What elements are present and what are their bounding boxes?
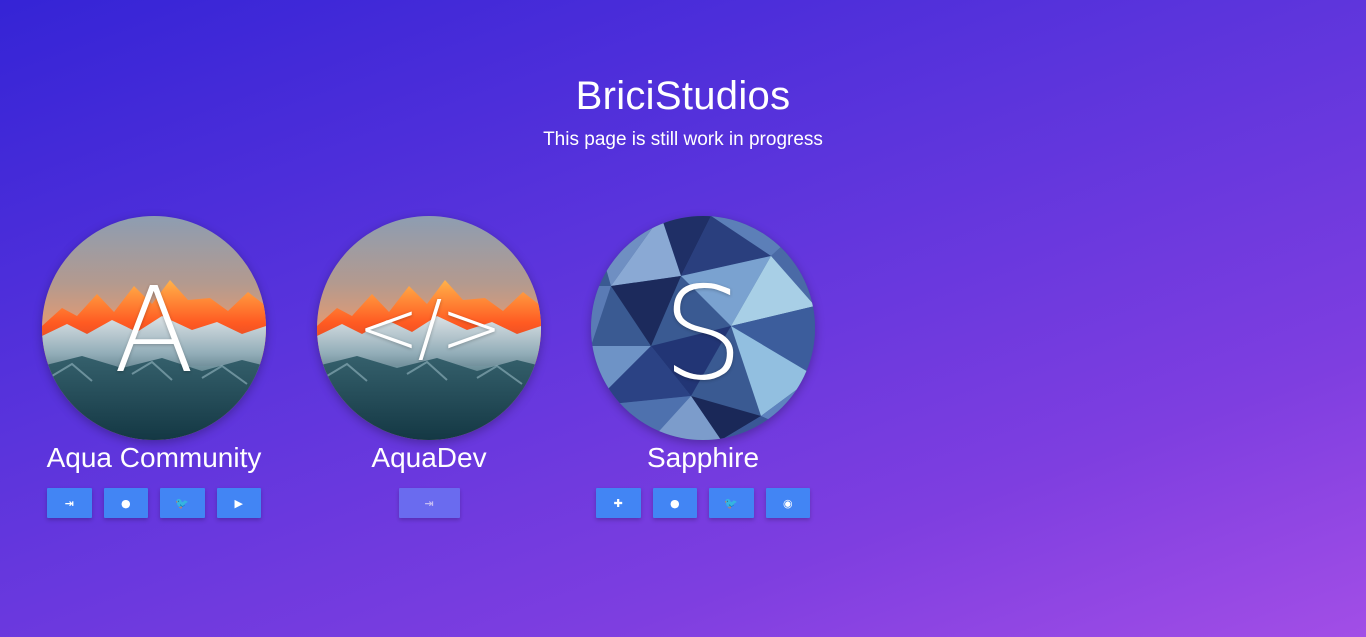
github-button[interactable]: ◉: [765, 488, 810, 518]
sign-in-button[interactable]: ⇥: [398, 488, 460, 518]
project-card-sapphire: S Sapphire ✚ ● 🐦 ◉: [590, 216, 816, 518]
avatar-glyph: S: [662, 259, 744, 409]
project-card-aquadev: </> AquaDev ⇥: [316, 216, 542, 518]
globe-icon: ●: [669, 496, 680, 510]
sign-in-button[interactable]: ⇥: [47, 488, 92, 518]
page-subtitle: This page is still work in progress: [543, 129, 823, 150]
button-row: ✚ ● 🐦 ◉: [590, 488, 816, 518]
project-card-aqua-community: A Aqua Community ⇥ ● 🐦 ▶: [41, 216, 267, 518]
plus-icon: ✚: [613, 496, 623, 510]
page-title: BriciStudios: [575, 74, 791, 118]
button-row: ⇥: [316, 488, 542, 518]
youtube-icon: ▶: [234, 496, 243, 510]
project-avatar[interactable]: </>: [317, 216, 541, 440]
twitter-icon: 🐦: [724, 496, 739, 510]
add-button[interactable]: ✚: [596, 488, 641, 518]
project-name: Sapphire: [646, 442, 760, 473]
sign-in-icon: ⇥: [424, 496, 434, 510]
project-avatar[interactable]: S: [591, 216, 815, 440]
twitter-icon: 🐦: [175, 496, 190, 510]
twitter-button[interactable]: 🐦: [709, 488, 754, 518]
avatar-glyph: A: [113, 261, 195, 399]
project-avatar[interactable]: A: [42, 216, 266, 440]
website-button[interactable]: ●: [652, 488, 697, 518]
project-name: Aqua Community: [46, 442, 262, 473]
globe-icon: ●: [120, 496, 131, 510]
website-button[interactable]: ●: [103, 488, 148, 518]
github-icon: ◉: [782, 496, 793, 510]
project-name: AquaDev: [371, 442, 487, 473]
avatar-glyph: </>: [357, 285, 503, 371]
twitter-button[interactable]: 🐦: [160, 488, 205, 518]
sign-in-icon: ⇥: [64, 496, 74, 510]
youtube-button[interactable]: ▶: [216, 488, 261, 518]
button-row: ⇥ ● 🐦 ▶: [41, 488, 267, 518]
